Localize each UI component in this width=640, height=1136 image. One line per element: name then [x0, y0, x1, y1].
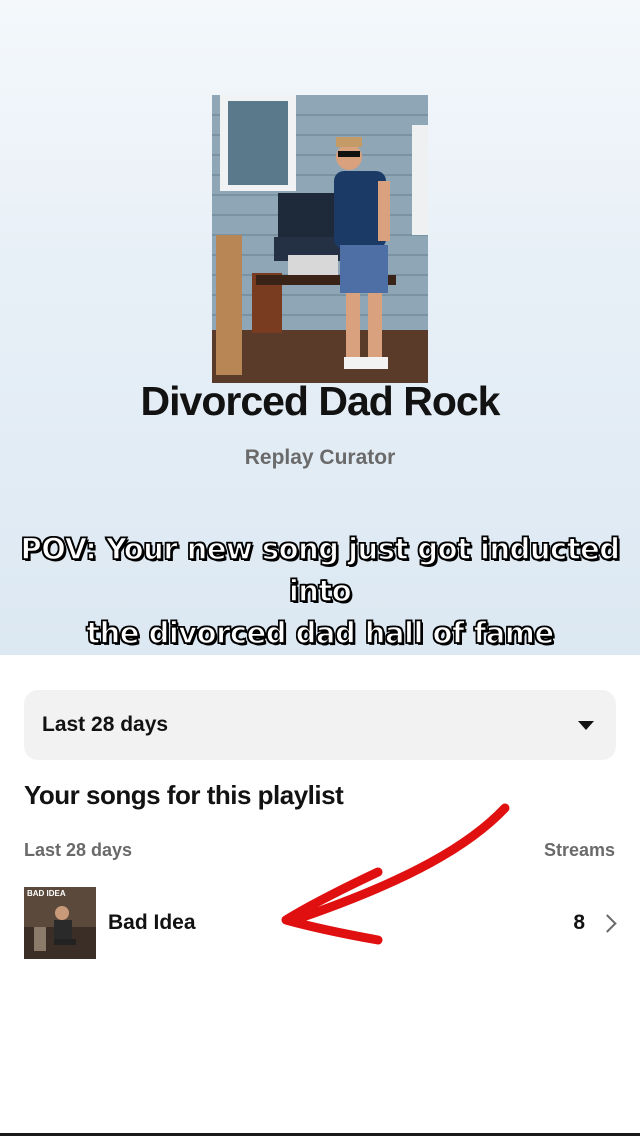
column-header-streams: Streams	[543, 840, 615, 860]
column-header-period: Last 28 days	[24, 840, 133, 860]
playlist-header: Divorced Dad Rock Replay Curator POV: Yo…	[0, 0, 640, 655]
song-artwork: BAD IDEA	[24, 887, 96, 959]
playlist-curator: Replay Curator	[244, 446, 396, 469]
period-dropdown-value: Last 28 days	[42, 713, 169, 736]
meme-caption-line-1: POV: Your new song just got inducted int…	[20, 531, 621, 608]
song-artwork-text: BAD IDEA	[27, 889, 66, 898]
song-title: Bad Idea	[108, 911, 196, 934]
caret-down-icon	[578, 720, 594, 730]
song-row[interactable]: BAD IDEA Bad Idea 8	[24, 887, 620, 959]
meme-caption: POV: Your new song just got inducted int…	[0, 528, 640, 654]
playlist-cover-image	[212, 95, 428, 383]
song-stream-count: 8	[573, 911, 585, 934]
chevron-right-icon	[598, 913, 617, 933]
section-title: Your songs for this playlist	[24, 780, 344, 810]
period-dropdown[interactable]: Last 28 days	[24, 690, 616, 760]
playlist-title: Divorced Dad Rock	[140, 378, 501, 424]
meme-caption-line-2: the divorced dad hall of fame	[86, 615, 555, 650]
